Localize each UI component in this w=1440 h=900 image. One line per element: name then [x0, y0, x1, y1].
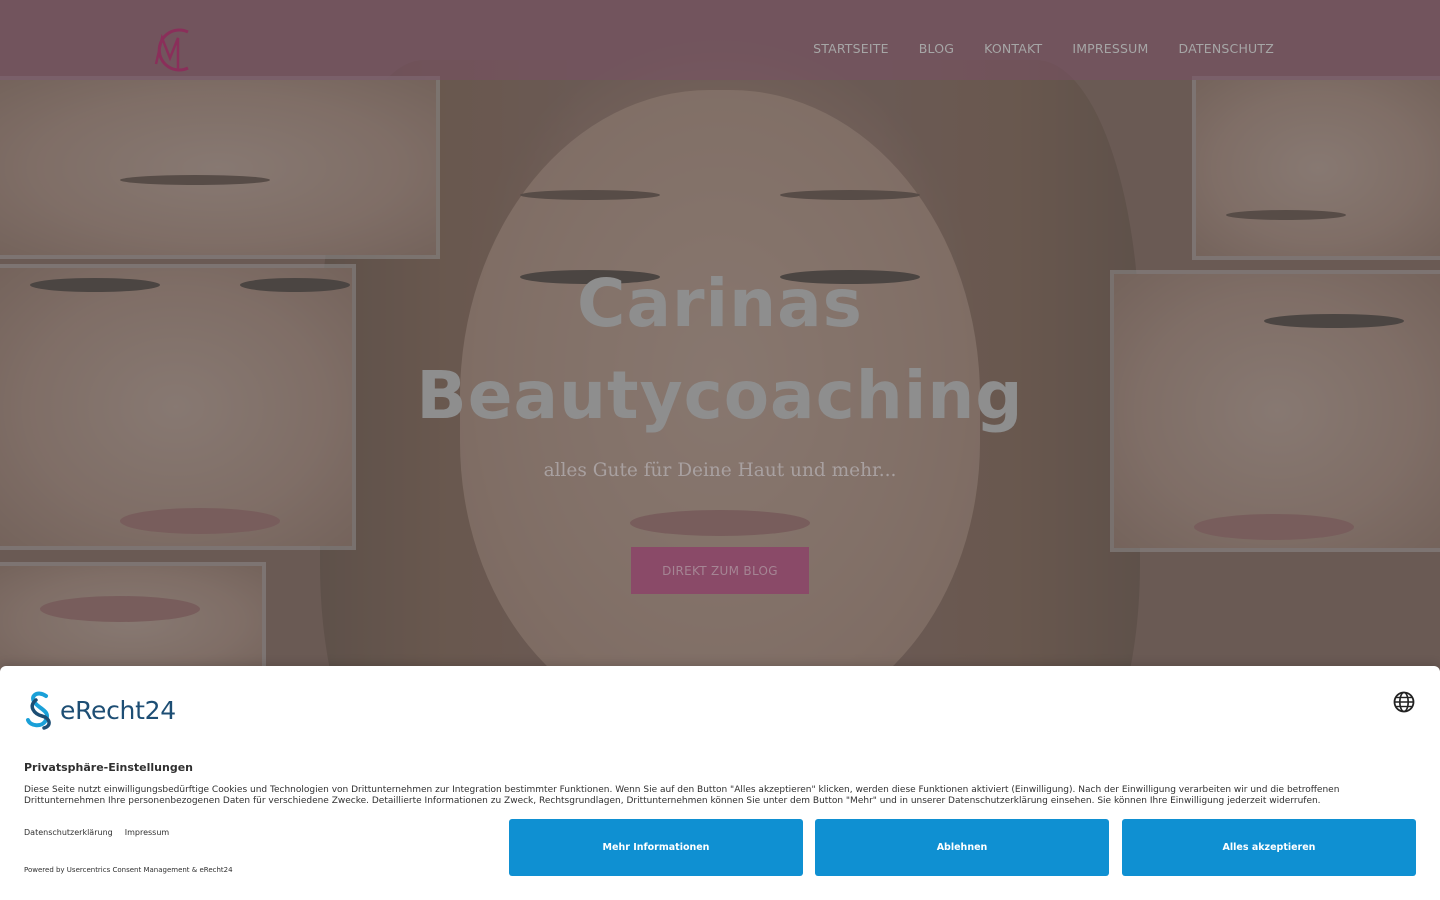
nav-datenschutz[interactable]: DATENSCHUTZ: [1179, 41, 1274, 56]
cm-monogram-logo[interactable]: [148, 24, 196, 76]
nav-blog[interactable]: BLOG: [919, 41, 954, 56]
hero-title-line1: Carinas: [577, 265, 863, 342]
hero-subtitle: alles Gute für Deine Haut und mehr...: [543, 460, 897, 481]
globe-icon[interactable]: [1392, 690, 1416, 714]
imprint-link[interactable]: Impressum: [125, 828, 169, 837]
blog-cta-button[interactable]: DIREKT ZUM BLOG: [631, 547, 809, 594]
deny-button[interactable]: Ablehnen: [815, 819, 1109, 876]
accept-all-button[interactable]: Alles akzeptieren: [1122, 819, 1416, 876]
paragraph-section-icon: [26, 691, 51, 730]
consent-description: Diese Seite nutzt einwilligungsbedürftig…: [24, 785, 1340, 806]
hero-title: Carinas Beautycoaching: [0, 258, 1440, 442]
consent-links: Datenschutzerklärung Impressum: [24, 828, 169, 837]
privacy-policy-link[interactable]: Datenschutzerklärung: [24, 828, 113, 837]
more-info-button[interactable]: Mehr Informationen: [509, 819, 803, 876]
nav-impressum[interactable]: IMPRESSUM: [1072, 41, 1148, 56]
hero-title-line2: Beautycoaching: [416, 357, 1024, 434]
main-nav: STARTSEITE BLOG KONTAKT IMPRESSUM DATENS…: [813, 41, 1274, 56]
cookie-consent-banner: eRecht24 Privatsphäre-Einstellungen Dies…: [0, 666, 1440, 900]
powered-by-text: Powered by Usercentrics Consent Manageme…: [24, 866, 233, 874]
nav-startseite[interactable]: STARTSEITE: [813, 41, 889, 56]
consent-title: Privatsphäre-Einstellungen: [24, 761, 193, 774]
nav-kontakt[interactable]: KONTAKT: [984, 41, 1042, 56]
site-header: STARTSEITE BLOG KONTAKT IMPRESSUM DATENS…: [0, 0, 1440, 80]
erecht24-logo: eRecht24: [24, 690, 176, 730]
brand-name: eRecht24: [60, 695, 176, 725]
